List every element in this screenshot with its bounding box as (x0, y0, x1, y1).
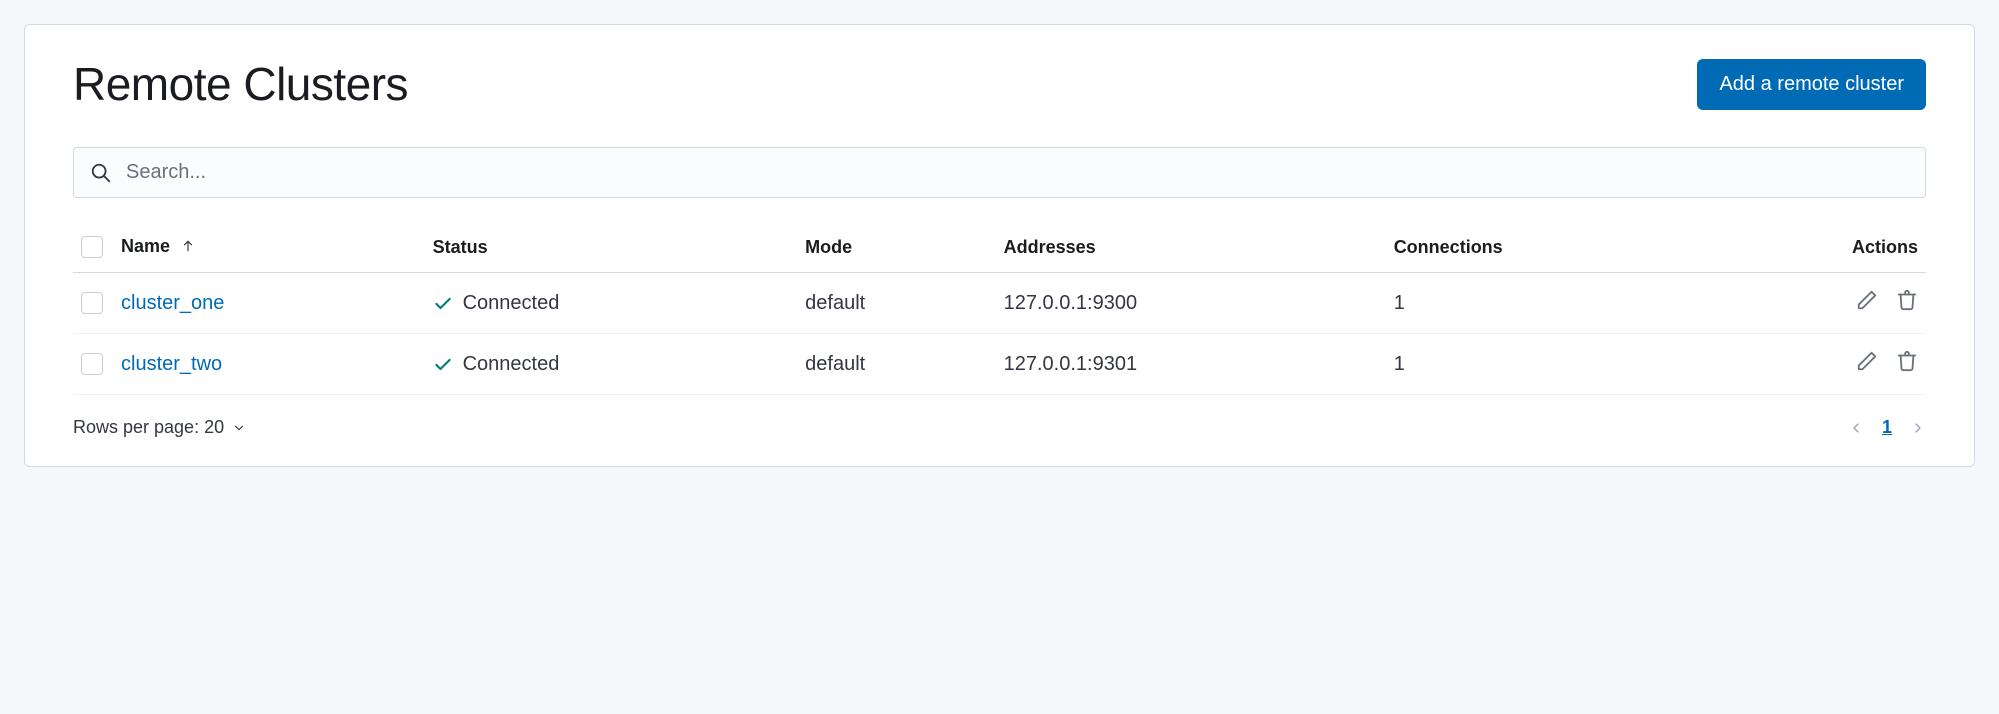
column-header-addresses[interactable]: Addresses (996, 226, 1386, 273)
mode-cell: default (797, 273, 995, 334)
column-header-actions: Actions (1712, 226, 1926, 273)
cluster-name-link[interactable]: cluster_two (121, 353, 222, 375)
pagination: 1 (1848, 417, 1926, 438)
table-footer: Rows per page: 20 1 (73, 395, 1926, 438)
clusters-table: Name Status Mode Addresses Connections A… (73, 226, 1926, 395)
connections-cell: 1 (1386, 334, 1712, 395)
connections-cell: 1 (1386, 273, 1712, 334)
search-icon (90, 162, 112, 184)
column-header-connections[interactable]: Connections (1386, 226, 1712, 273)
remote-clusters-panel: Remote Clusters Add a remote cluster Nam… (24, 24, 1975, 467)
page-title: Remote Clusters (73, 57, 408, 111)
chevron-down-icon (232, 421, 246, 435)
column-header-name[interactable]: Name (113, 226, 425, 273)
column-header-status[interactable]: Status (425, 226, 798, 273)
table-row: cluster_one Connected default 127.0.0.1:… (73, 273, 1926, 334)
delete-icon[interactable] (1896, 350, 1918, 372)
search-bar[interactable] (73, 147, 1926, 198)
status-text: Connected (463, 353, 560, 376)
mode-cell: default (797, 334, 995, 395)
status-text: Connected (463, 292, 560, 315)
delete-icon[interactable] (1896, 289, 1918, 311)
cluster-name-link[interactable]: cluster_one (121, 292, 224, 314)
sort-asc-icon (181, 237, 195, 258)
select-all-checkbox[interactable] (81, 236, 103, 258)
addresses-cell: 127.0.0.1:9300 (996, 273, 1386, 334)
column-header-mode[interactable]: Mode (797, 226, 995, 273)
add-remote-cluster-button[interactable]: Add a remote cluster (1697, 59, 1926, 110)
check-icon (433, 354, 453, 374)
rows-per-page-select[interactable]: Rows per page: 20 (73, 417, 246, 438)
edit-icon[interactable] (1856, 350, 1878, 372)
row-checkbox[interactable] (81, 292, 103, 314)
chevron-left-icon (1848, 420, 1864, 436)
next-page-button[interactable] (1910, 420, 1926, 436)
search-input[interactable] (124, 160, 1909, 185)
chevron-right-icon (1910, 420, 1926, 436)
column-name-label: Name (121, 236, 170, 256)
rows-per-page-label: Rows per page: 20 (73, 417, 224, 438)
row-checkbox[interactable] (81, 353, 103, 375)
check-icon (433, 293, 453, 313)
prev-page-button[interactable] (1848, 420, 1864, 436)
header: Remote Clusters Add a remote cluster (73, 57, 1926, 111)
addresses-cell: 127.0.0.1:9301 (996, 334, 1386, 395)
table-row: cluster_two Connected default 127.0.0.1:… (73, 334, 1926, 395)
edit-icon[interactable] (1856, 289, 1878, 311)
current-page[interactable]: 1 (1882, 417, 1892, 438)
